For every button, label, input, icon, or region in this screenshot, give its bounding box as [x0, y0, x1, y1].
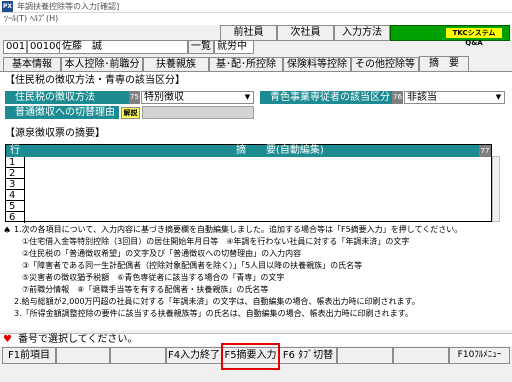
menu-bar: [0, 13, 512, 25]
aosen-num: 76: [392, 91, 403, 104]
menu-help[interactable]: ﾍﾙﾌﾟ(H): [30, 13, 58, 25]
app-icon: PX: [2, 1, 13, 12]
spade-icon: ♠: [3, 226, 12, 236]
note-line: 1.次の各項目について、入力内容に基づき摘要欄を自動編集しました。追加する場合等…: [14, 225, 463, 234]
note-line: 2.給与総額が2,000万円超の社員に対する「年調未済」の文字は、自動編集の場合…: [14, 297, 420, 306]
f7-key[interactable]: [337, 347, 393, 364]
f1-prev-item-button[interactable]: F1前項目: [2, 347, 56, 364]
grid-col-row: 行: [10, 145, 20, 156]
aosen-label: 青色事業専従者の該当区分: [260, 91, 392, 104]
grid-row-number: 2: [6, 168, 25, 179]
collection-method-num: 75: [129, 91, 140, 104]
switch-reason-label: 普通徴収への切替理由: [5, 106, 119, 119]
aosen-select[interactable]: 非該当 ▼: [404, 91, 505, 104]
grid-row-number: 6: [6, 212, 25, 223]
note-line: ⑦前職分情報 ⑧「退職手当等を有する配偶者・扶養親族」の氏名等: [22, 285, 269, 294]
employee-name: 佐藤 誠: [60, 40, 188, 54]
collection-method-value: 特別徴収: [144, 92, 184, 103]
grid-row-number: 3: [6, 179, 25, 190]
collection-method-label: 住民税の徴収方法: [5, 91, 129, 104]
grid-scrollbar[interactable]: [492, 156, 500, 222]
note-line: ①住宅借入金等特別控除（3回目）の居住開始年月日等 ④年調を行わない社員に対する…: [22, 237, 410, 246]
employee-status: 就労中: [214, 40, 254, 54]
employee-code[interactable]: 001002: [27, 40, 68, 54]
tab-insurance-deduction[interactable]: 保険料等控除: [283, 57, 351, 71]
tab-other-deduction[interactable]: その他控除等: [351, 57, 419, 71]
tab-personal-deduction[interactable]: 本人控除･前職分: [61, 57, 143, 71]
next-employee-button[interactable]: 次社員: [277, 25, 334, 41]
tab-dependents[interactable]: 扶養親族: [143, 57, 209, 71]
f6-tab-switch-button[interactable]: F6 ﾀﾌﾞ切替: [279, 347, 337, 364]
prev-employee-button[interactable]: 前社員: [220, 25, 277, 41]
employee-code-prefix: 001: [3, 40, 27, 54]
switch-reason-field: [142, 106, 254, 119]
chevron-down-icon[interactable]: ▼: [243, 93, 252, 102]
grid-col-summary: 摘 要(自動編集): [236, 145, 324, 156]
tab-basic-spouse-income[interactable]: 基･配･所控除: [209, 57, 283, 71]
note-line: ③「障害者である同一生計配偶者（控除対象配偶者を除く）」「5人目以降の扶養親族」…: [22, 261, 363, 270]
grid-row-number: 4: [6, 190, 25, 201]
f2-key[interactable]: [56, 347, 110, 364]
tab-basic-info[interactable]: 基本情報: [3, 57, 61, 71]
summary-grid[interactable]: 行 摘 要(自動編集) 77 1 2 3 4 5 6: [5, 144, 492, 223]
explanation-button[interactable]: 解説: [121, 107, 140, 119]
section-summary-title: 【源泉徴収票の摘要】: [5, 128, 105, 139]
f3-key[interactable]: [110, 347, 166, 364]
tkc-qa-button[interactable]: TKCシステムQ&A: [390, 25, 510, 47]
input-method-button[interactable]: 入力方法: [334, 25, 390, 41]
window-title: 年調扶養控除等の入力[確認]: [17, 2, 120, 11]
chevron-down-icon[interactable]: ▼: [494, 93, 503, 102]
f4-input-end-button[interactable]: F4入力終了: [166, 347, 222, 364]
f8-key[interactable]: [393, 347, 449, 364]
tkc-badge: TKCシステムQ&A: [446, 28, 502, 47]
grid-row-number: 5: [6, 201, 25, 212]
grid-header: 行 摘 要(自動編集) 77: [6, 145, 491, 157]
note-line: 3.「所得金額調整控除の要件に該当する扶養親族等」の氏名は、自動編集の場合、帳表…: [14, 309, 413, 318]
note-line: ②住民税の「普通徴収希望」の文字及び「普通徴収への切替理由」の入力内容: [22, 249, 302, 258]
highlight-box: [221, 343, 280, 370]
tab-summary[interactable]: 摘 要: [419, 56, 469, 72]
f10-full-menu-button[interactable]: F10ﾌﾙﾒﾆｭｰ: [449, 347, 510, 364]
grid-row-number: 1: [6, 157, 25, 168]
grid-col-num: 77: [479, 145, 491, 157]
menu-tools[interactable]: ﾂｰﾙ(T): [4, 13, 27, 25]
heart-icon: ♥: [3, 334, 12, 345]
employee-list-button[interactable]: 一覧: [188, 40, 214, 54]
section-resident-tax-title: 【住民税の徴収方法・青専の該当区分】: [5, 75, 185, 86]
note-line: ⑤災害者の徴収猶予税額 ⑥青色専従者に該当する場合の「青専」の文字: [22, 273, 285, 282]
collection-method-select[interactable]: 特別徴収 ▼: [141, 91, 254, 104]
status-text: 番号で選択してください。: [18, 334, 138, 345]
aosen-value: 非該当: [407, 92, 437, 103]
